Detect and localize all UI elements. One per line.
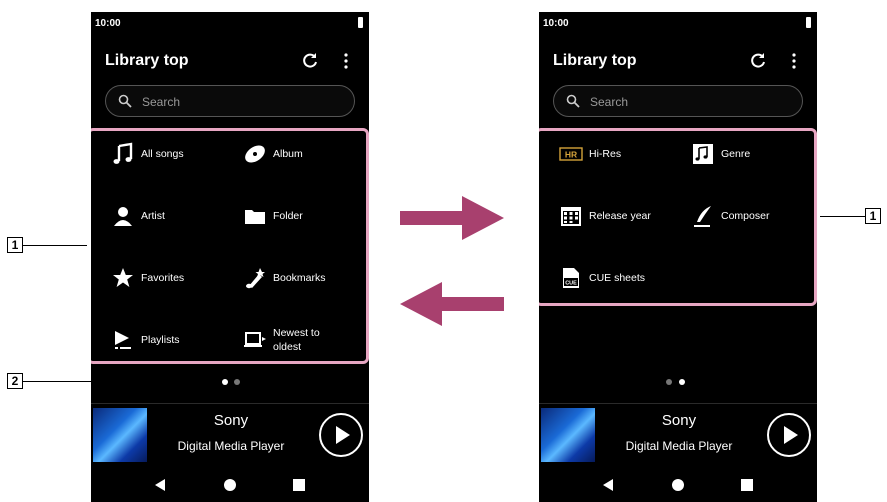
cue-badge: CUE — [565, 281, 577, 287]
album-art[interactable] — [93, 408, 147, 462]
battery-icon — [806, 17, 811, 28]
callout-leader — [820, 216, 865, 217]
menu-item-label: All songs — [141, 148, 184, 160]
menu-item-label: Genre — [721, 148, 751, 160]
menu-item-album[interactable]: Album — [243, 139, 303, 169]
status-bar: 10:00 — [91, 12, 369, 34]
now-playing-bar[interactable]: Sony Digital Media Player — [539, 408, 817, 464]
search-icon — [118, 94, 132, 108]
menu-item-playlists[interactable]: Playlists — [111, 325, 180, 355]
page-indicator[interactable] — [91, 377, 369, 387]
menu-item-label-line2: oldest — [273, 341, 302, 353]
menu-item-label: Bookmarks — [273, 272, 326, 284]
menu-item-artist[interactable]: Artist — [111, 201, 165, 231]
menu-item-label-line1: Newest to — [273, 327, 320, 339]
play-icon — [784, 426, 798, 444]
arrow-left-icon — [400, 282, 504, 326]
star-icon — [113, 268, 133, 287]
menu-item-folder[interactable]: Folder — [243, 201, 303, 231]
genre-icon — [693, 144, 713, 164]
menu-item-label: Playlists — [141, 334, 180, 346]
status-time: 10:00 — [95, 18, 121, 29]
play-icon — [336, 426, 350, 444]
right-screen: 10:00 Library top Search HR Hi-Res Genre… — [539, 12, 817, 502]
hi-res-icon: HR — [559, 147, 583, 161]
page-dot-active[interactable] — [222, 379, 228, 385]
page-title: Library top — [105, 52, 189, 69]
now-playing-bar[interactable]: Sony Digital Media Player — [91, 408, 369, 464]
search-icon — [566, 94, 580, 108]
menu-item-favorites[interactable]: Favorites — [111, 263, 184, 293]
search-placeholder: Search — [590, 95, 629, 109]
bookmark-note-icon — [246, 268, 265, 289]
disc-icon — [245, 145, 265, 163]
menu-item-label: Composer — [721, 210, 770, 222]
menu-item-label: Hi-Res — [589, 148, 622, 160]
menu-item-label: Newest to oldest — [273, 326, 320, 354]
now-playing-subtitle: Digital Media Player — [177, 439, 285, 453]
back-icon[interactable] — [154, 478, 166, 492]
page-dot-inactive[interactable] — [666, 379, 672, 385]
now-playing-subtitle: Digital Media Player — [625, 439, 733, 453]
left-screen: 10:00 Library top Search All songs Album — [91, 12, 369, 502]
menu-item-bookmarks[interactable]: Bookmarks — [243, 263, 326, 293]
status-time: 10:00 — [543, 18, 569, 29]
callout-1-right: 1 — [865, 208, 881, 224]
menu-item-label: CUE sheets — [589, 272, 646, 284]
recent-apps-icon[interactable] — [741, 479, 753, 491]
page-dot-inactive[interactable] — [234, 379, 240, 385]
quill-icon — [694, 206, 711, 227]
battery-icon — [358, 17, 363, 28]
more-options-icon[interactable] — [789, 52, 799, 70]
callout-2-left: 2 — [7, 373, 23, 389]
menu-item-hi-res[interactable]: HR Hi-Res — [559, 139, 621, 169]
back-icon[interactable] — [602, 478, 614, 492]
status-bar: 10:00 — [539, 12, 817, 34]
home-icon[interactable] — [224, 479, 236, 491]
play-button[interactable] — [319, 413, 363, 457]
page-title: Library top — [553, 52, 637, 69]
search-input[interactable]: Search — [553, 85, 803, 117]
music-note-icon — [113, 142, 133, 164]
menu-item-label: Album — [273, 148, 303, 160]
play-button[interactable] — [767, 413, 811, 457]
menu-item-composer[interactable]: Composer — [691, 201, 769, 231]
playlist-icon — [115, 331, 131, 349]
search-input[interactable]: Search — [105, 85, 355, 117]
callout-1-left: 1 — [7, 237, 23, 253]
home-icon[interactable] — [672, 479, 684, 491]
menu-item-label: Release year — [589, 210, 651, 222]
menu-item-label: Folder — [273, 210, 303, 222]
menu-item-release-year[interactable]: Release year — [559, 201, 651, 231]
more-options-icon[interactable] — [341, 52, 351, 70]
page-indicator[interactable] — [539, 377, 817, 387]
page-dot-active[interactable] — [679, 379, 685, 385]
recent-apps-icon[interactable] — [293, 479, 305, 491]
cue-sheet-icon: CUE — [563, 268, 579, 288]
folder-icon — [245, 210, 265, 224]
search-placeholder: Search — [142, 95, 181, 109]
menu-item-all-songs[interactable]: All songs — [111, 139, 184, 169]
menu-item-label: Artist — [141, 210, 165, 222]
refresh-icon[interactable] — [301, 52, 319, 70]
now-playing-title: Sony — [661, 412, 697, 429]
hi-res-badge: HR — [565, 150, 577, 160]
menu-item-genre[interactable]: Genre — [691, 139, 750, 169]
menu-item-cue-sheets[interactable]: CUE CUE sheets — [559, 263, 645, 293]
system-nav-bar — [91, 470, 369, 502]
callout-leader — [23, 381, 215, 382]
now-playing-title: Sony — [213, 412, 249, 429]
arrow-right-icon — [400, 196, 504, 240]
calendar-icon — [561, 207, 581, 226]
album-art[interactable] — [541, 408, 595, 462]
divider — [539, 403, 817, 404]
refresh-icon[interactable] — [749, 52, 767, 70]
menu-item-newest-to-oldest[interactable]: Newest to oldest — [243, 325, 320, 355]
newest-icon — [244, 332, 266, 347]
person-icon — [114, 207, 132, 226]
menu-item-label: Favorites — [141, 272, 185, 284]
divider — [91, 403, 369, 404]
system-nav-bar — [539, 470, 817, 502]
callout-leader — [23, 245, 87, 246]
